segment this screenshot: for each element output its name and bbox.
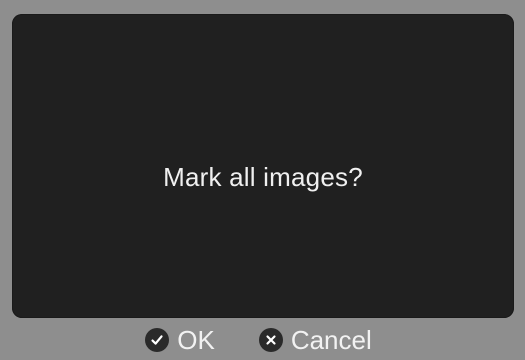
ok-button[interactable]: OK xyxy=(145,325,215,355)
button-bar: OK Cancel xyxy=(0,322,525,358)
dialog-panel: Mark all images? xyxy=(12,14,514,318)
cancel-button-label: Cancel xyxy=(290,325,372,355)
ok-button-label: OK xyxy=(177,325,215,355)
dialog-message: Mark all images? xyxy=(163,162,363,192)
close-icon xyxy=(258,328,283,352)
checkmark-icon xyxy=(145,328,170,352)
cancel-button[interactable]: Cancel xyxy=(258,325,372,355)
